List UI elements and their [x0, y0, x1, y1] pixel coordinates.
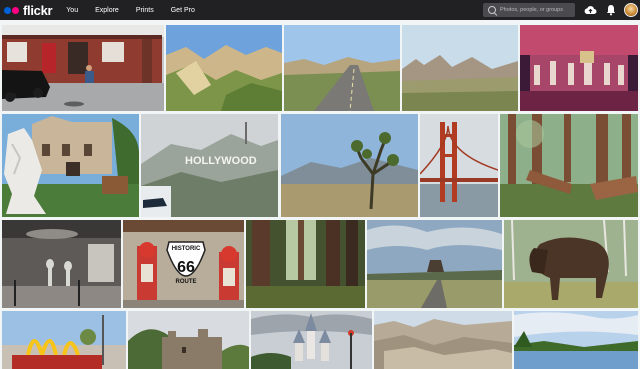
photo-disney-castle[interactable]	[251, 311, 372, 369]
photo-hollywood-sign[interactable]: HOLLYWOOD	[141, 114, 278, 217]
nav-prints[interactable]: Prints	[136, 7, 154, 14]
photo-redwood-forest[interactable]	[500, 114, 638, 217]
route66-sign-number: 66	[177, 259, 195, 276]
search-icon[interactable]	[488, 6, 496, 14]
photo-devils-tower[interactable]	[367, 220, 502, 308]
photo-stage-show[interactable]	[520, 25, 638, 111]
flickr-logo[interactable]: flickr	[4, 2, 53, 18]
photo-badlands-road-image	[284, 25, 400, 111]
photo-stage-show-image	[520, 25, 638, 111]
photo-lake-sunset[interactable]	[514, 311, 638, 369]
photo-badlands-green-image	[166, 25, 282, 111]
photo-mission-fountain[interactable]	[2, 114, 139, 217]
cloud-upload-icon[interactable]	[584, 4, 597, 16]
photo-hollywood-sign-image: HOLLYWOOD	[141, 114, 278, 217]
photo-golden-gate[interactable]	[420, 114, 498, 217]
search-input[interactable]	[500, 7, 570, 13]
route66-sign-bottom: ROUTE	[176, 279, 197, 285]
photo-lake-sunset-image	[514, 311, 638, 369]
logo-pink-dot	[12, 6, 19, 14]
photo-route-66-pumps-image: HISTORIC 66 ROUTE	[123, 220, 244, 308]
photo-mcdonalds-image	[2, 311, 126, 369]
photo-mcdonalds[interactable]	[2, 311, 126, 369]
photo-badlands-road[interactable]	[284, 25, 400, 111]
bell-icon[interactable]	[606, 4, 616, 16]
photo-route-66-pumps[interactable]: HISTORIC 66 ROUTE	[123, 220, 244, 308]
photo-brick-motel-image	[2, 25, 164, 111]
photo-bison-image	[504, 220, 638, 308]
logo-text: flickr	[23, 2, 53, 18]
photo-badlands-rocks[interactable]	[374, 311, 512, 369]
photo-brick-motel[interactable]	[2, 25, 164, 111]
photo-redwood-forest-image	[500, 114, 638, 217]
photo-mission-fountain-image	[2, 114, 139, 217]
photo-joshua-tree-image	[281, 114, 418, 217]
photo-castle-ruins-image	[128, 311, 249, 369]
top-nav-bar: flickr You Explore Prints Get Pro	[0, 0, 640, 20]
photo-devils-tower-image	[367, 220, 502, 308]
photo-badlands-plain-image	[402, 25, 518, 111]
photo-badlands-rocks-image	[374, 311, 512, 369]
photo-badlands-green[interactable]	[166, 25, 282, 111]
photo-badlands-plain[interactable]	[402, 25, 518, 111]
photo-alien-museum-image	[2, 220, 121, 308]
photo-bison[interactable]	[504, 220, 638, 308]
photo-disney-castle-image	[251, 311, 372, 369]
search-box[interactable]	[483, 3, 575, 17]
user-avatar[interactable]	[624, 3, 638, 17]
photo-joshua-tree[interactable]	[281, 114, 418, 217]
nav-get-pro[interactable]: Get Pro	[171, 7, 195, 14]
photo-redwood-sunlight-image	[246, 220, 365, 308]
photo-castle-ruins[interactable]	[128, 311, 249, 369]
photo-redwood-sunlight[interactable]	[246, 220, 365, 308]
hollywood-sign-text: HOLLYWOOD	[185, 155, 257, 167]
logo-blue-dot	[4, 6, 11, 14]
main-nav: You Explore Prints Get Pro	[66, 7, 212, 14]
route66-sign-top: HISTORIC	[172, 246, 201, 252]
photo-golden-gate-image	[420, 114, 498, 217]
photo-alien-museum[interactable]	[2, 220, 121, 308]
nav-you[interactable]: You	[66, 7, 78, 14]
nav-explore[interactable]: Explore	[95, 7, 119, 14]
